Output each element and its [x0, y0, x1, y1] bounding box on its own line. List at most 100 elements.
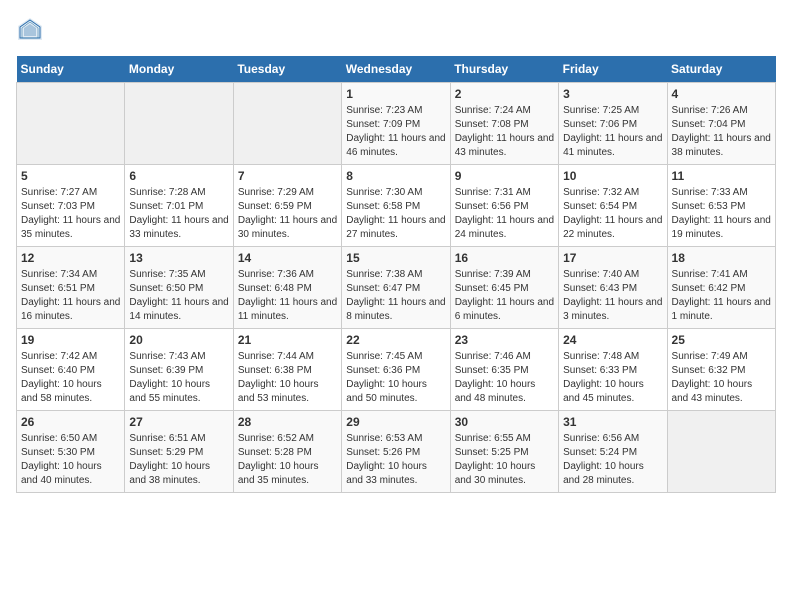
day-number: 5 — [21, 169, 120, 183]
day-info: Sunrise: 7:40 AM Sunset: 6:43 PM Dayligh… — [563, 268, 662, 324]
calendar-cell: 21 Sunrise: 7:44 AM Sunset: 6:38 PM Dayli… — [233, 329, 341, 411]
day-info: Sunrise: 7:28 AM Sunset: 7:01 PM Dayligh… — [129, 186, 228, 242]
day-number: 19 — [21, 333, 120, 347]
day-number: 22 — [346, 333, 445, 347]
day-number: 10 — [563, 169, 662, 183]
calendar-cell: 11 Sunrise: 7:33 AM Sunset: 6:53 PM Dayli… — [667, 165, 775, 247]
day-info: Sunrise: 7:43 AM Sunset: 6:39 PM Dayligh… — [129, 350, 228, 406]
day-number: 27 — [129, 415, 228, 429]
day-number: 18 — [672, 251, 771, 265]
day-number: 28 — [238, 415, 337, 429]
day-number: 21 — [238, 333, 337, 347]
day-number: 29 — [346, 415, 445, 429]
calendar-cell: 23Sunrise: 7:46 AM Sunset: 6:35 PM Dayli… — [450, 329, 558, 411]
day-number: 1 — [346, 87, 445, 101]
week-row-2: 5 Sunrise: 7:27 AM Sunset: 7:03 PM Daylig… — [17, 165, 776, 247]
day-number: 20 — [129, 333, 228, 347]
calendar-cell: 25Sunrise: 7:49 AM Sunset: 6:32 PM Dayli… — [667, 329, 775, 411]
day-number: 13 — [129, 251, 228, 265]
calendar-cell: 22 Sunrise: 7:45 AM Sunset: 6:36 PM Dayli… — [342, 329, 450, 411]
day-number: 23 — [455, 333, 554, 347]
calendar-cell: 30 Sunrise: 6:55 AM Sunset: 5:25 PM Dayli… — [450, 411, 558, 493]
day-number: 9 — [455, 169, 554, 183]
calendar-cell: 16Sunrise: 7:39 AM Sunset: 6:45 PM Dayli… — [450, 247, 558, 329]
day-number: 31 — [563, 415, 662, 429]
calendar-cell — [125, 83, 233, 165]
calendar-cell: 28 Sunrise: 6:52 AM Sunset: 5:28 PM Dayli… — [233, 411, 341, 493]
day-info: Sunrise: 7:44 AM Sunset: 6:38 PM Dayligh… — [238, 350, 337, 406]
day-info: Sunrise: 7:27 AM Sunset: 7:03 PM Dayligh… — [21, 186, 120, 242]
day-number: 25 — [672, 333, 771, 347]
calendar-cell: 2 Sunrise: 7:24 AM Sunset: 7:08 PM Daylig… — [450, 83, 558, 165]
day-info: Sunrise: 6:53 AM Sunset: 5:26 PM Dayligh… — [346, 432, 445, 488]
day-number: 3 — [563, 87, 662, 101]
day-info: Sunrise: 6:56 AM Sunset: 5:24 PM Dayligh… — [563, 432, 662, 488]
day-number: 17 — [563, 251, 662, 265]
week-row-3: 12 Sunrise: 7:34 AM Sunset: 6:51 PM Dayli… — [17, 247, 776, 329]
calendar-cell — [233, 83, 341, 165]
day-info: Sunrise: 6:52 AM Sunset: 5:28 PM Dayligh… — [238, 432, 337, 488]
calendar-cell: 10 Sunrise: 7:32 AM Sunset: 6:54 PM Dayli… — [559, 165, 667, 247]
day-info: Sunrise: 7:31 AM Sunset: 6:56 PM Dayligh… — [455, 186, 554, 242]
calendar-cell: 4 Sunrise: 7:26 AM Sunset: 7:04 PM Daylig… — [667, 83, 775, 165]
day-number: 4 — [672, 87, 771, 101]
calendar-cell: 1 Sunrise: 7:23 AM Sunset: 7:09 PM Daylig… — [342, 83, 450, 165]
calendar-cell: 27 Sunrise: 6:51 AM Sunset: 5:29 PM Dayli… — [125, 411, 233, 493]
week-row-4: 19 Sunrise: 7:42 AM Sunset: 6:40 PM Dayli… — [17, 329, 776, 411]
calendar-cell: 26Sunrise: 6:50 AM Sunset: 5:30 PM Dayli… — [17, 411, 125, 493]
day-number: 2 — [455, 87, 554, 101]
day-info: Sunrise: 7:34 AM Sunset: 6:51 PM Dayligh… — [21, 268, 120, 324]
day-info: Sunrise: 6:55 AM Sunset: 5:25 PM Dayligh… — [455, 432, 554, 488]
calendar-cell: 14 Sunrise: 7:36 AM Sunset: 6:48 PM Dayli… — [233, 247, 341, 329]
day-number: 7 — [238, 169, 337, 183]
day-info: Sunrise: 7:33 AM Sunset: 6:53 PM Dayligh… — [672, 186, 771, 242]
day-info: Sunrise: 7:23 AM Sunset: 7:09 PM Dayligh… — [346, 104, 445, 160]
weekday-header-tuesday: Tuesday — [233, 56, 341, 83]
calendar-table: SundayMondayTuesdayWednesdayThursdayFrid… — [16, 56, 776, 493]
calendar-cell — [17, 83, 125, 165]
calendar-cell: 20 Sunrise: 7:43 AM Sunset: 6:39 PM Dayli… — [125, 329, 233, 411]
weekday-header-saturday: Saturday — [667, 56, 775, 83]
calendar-cell: 6 Sunrise: 7:28 AM Sunset: 7:01 PM Daylig… — [125, 165, 233, 247]
day-number: 15 — [346, 251, 445, 265]
weekday-header-sunday: Sunday — [17, 56, 125, 83]
weekday-header-monday: Monday — [125, 56, 233, 83]
weekday-header-wednesday: Wednesday — [342, 56, 450, 83]
day-number: 30 — [455, 415, 554, 429]
calendar-cell: 9 Sunrise: 7:31 AM Sunset: 6:56 PM Daylig… — [450, 165, 558, 247]
day-info: Sunrise: 7:35 AM Sunset: 6:50 PM Dayligh… — [129, 268, 228, 324]
calendar-cell: 29 Sunrise: 6:53 AM Sunset: 5:26 PM Dayli… — [342, 411, 450, 493]
day-info: Sunrise: 7:25 AM Sunset: 7:06 PM Dayligh… — [563, 104, 662, 160]
day-info: Sunrise: 7:26 AM Sunset: 7:04 PM Dayligh… — [672, 104, 771, 160]
week-row-5: 26Sunrise: 6:50 AM Sunset: 5:30 PM Dayli… — [17, 411, 776, 493]
calendar-cell: 12 Sunrise: 7:34 AM Sunset: 6:51 PM Dayli… — [17, 247, 125, 329]
day-info: Sunrise: 7:32 AM Sunset: 6:54 PM Dayligh… — [563, 186, 662, 242]
day-number: 12 — [21, 251, 120, 265]
day-info: Sunrise: 7:45 AM Sunset: 6:36 PM Dayligh… — [346, 350, 445, 406]
day-info: Sunrise: 7:29 AM Sunset: 6:59 PM Dayligh… — [238, 186, 337, 242]
day-info: Sunrise: 7:38 AM Sunset: 6:47 PM Dayligh… — [346, 268, 445, 324]
calendar-cell: 3 Sunrise: 7:25 AM Sunset: 7:06 PM Daylig… — [559, 83, 667, 165]
day-info: Sunrise: 7:41 AM Sunset: 6:42 PM Dayligh… — [672, 268, 771, 324]
day-info: Sunrise: 7:42 AM Sunset: 6:40 PM Dayligh… — [21, 350, 120, 406]
day-info: Sunrise: 7:24 AM Sunset: 7:08 PM Dayligh… — [455, 104, 554, 160]
weekday-header-row: SundayMondayTuesdayWednesdayThursdayFrid… — [17, 56, 776, 83]
calendar-cell: 13 Sunrise: 7:35 AM Sunset: 6:50 PM Dayli… — [125, 247, 233, 329]
calendar-cell: 7 Sunrise: 7:29 AM Sunset: 6:59 PM Daylig… — [233, 165, 341, 247]
week-row-1: 1 Sunrise: 7:23 AM Sunset: 7:09 PM Daylig… — [17, 83, 776, 165]
calendar-cell: 18 Sunrise: 7:41 AM Sunset: 6:42 PM Dayli… — [667, 247, 775, 329]
logo — [16, 16, 48, 44]
calendar-cell: 8Sunrise: 7:30 AM Sunset: 6:58 PM Daylig… — [342, 165, 450, 247]
day-number: 11 — [672, 169, 771, 183]
calendar-cell — [667, 411, 775, 493]
day-info: Sunrise: 6:51 AM Sunset: 5:29 PM Dayligh… — [129, 432, 228, 488]
day-number: 6 — [129, 169, 228, 183]
calendar-cell: 24Sunrise: 7:48 AM Sunset: 6:33 PM Dayli… — [559, 329, 667, 411]
day-info: Sunrise: 7:48 AM Sunset: 6:33 PM Dayligh… — [563, 350, 662, 406]
calendar-cell: 31 Sunrise: 6:56 AM Sunset: 5:24 PM Dayli… — [559, 411, 667, 493]
day-info: Sunrise: 7:36 AM Sunset: 6:48 PM Dayligh… — [238, 268, 337, 324]
weekday-header-friday: Friday — [559, 56, 667, 83]
day-number: 14 — [238, 251, 337, 265]
weekday-header-thursday: Thursday — [450, 56, 558, 83]
day-number: 8 — [346, 169, 445, 183]
